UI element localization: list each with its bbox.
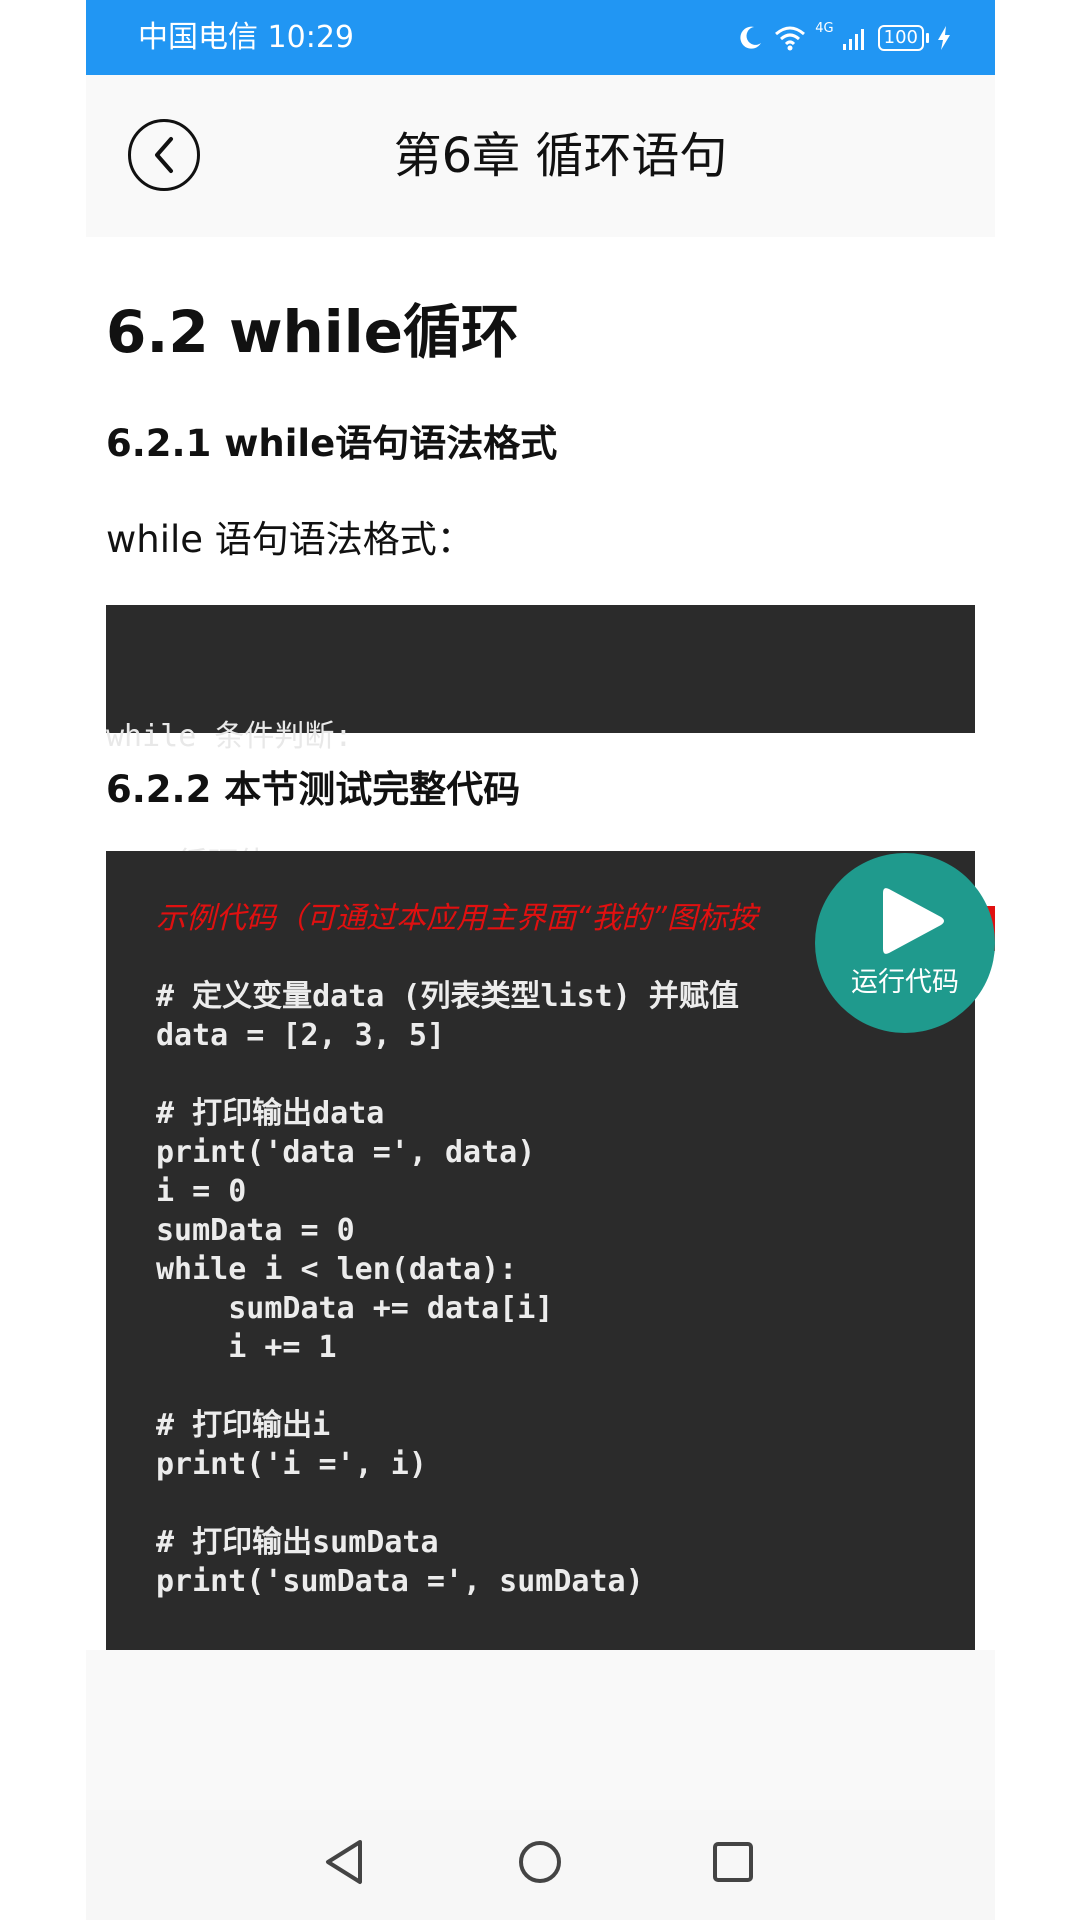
subsection-heading-2: 6.2.2 本节测试完整代码 [106, 768, 521, 811]
code-line: i = 0 [156, 1174, 247, 1209]
moon-icon [740, 26, 762, 49]
code-line: while 条件判断: [106, 719, 353, 754]
code-line: print('data =', data) [156, 1135, 536, 1170]
run-code-button[interactable]: 运行代码 [815, 853, 995, 1033]
syntax-code-block: while 条件判断: 循环体 [106, 605, 975, 881]
nav-home-button[interactable] [510, 1832, 570, 1892]
play-icon [883, 888, 944, 954]
syntax-paragraph: while 语句语法格式： [106, 518, 474, 561]
wifi-icon [775, 26, 806, 51]
navigation-bar [86, 1810, 995, 1920]
subsection-heading-1: 6.2.1 while语句语法格式 [106, 422, 558, 465]
circle-home-icon [519, 1841, 561, 1883]
nav-recents-button[interactable] [703, 1832, 763, 1892]
charging-icon [938, 26, 950, 50]
code-line: # 打印输出data [156, 1096, 385, 1131]
code-line: # 打印输出i [156, 1408, 331, 1443]
nav-back-button[interactable] [314, 1832, 374, 1892]
status-icons: 4G 100 [735, 18, 951, 58]
status-bar: 中国电信 10:29 4G 100 [86, 0, 995, 75]
triangle-back-icon [326, 1840, 362, 1884]
code-line: print('i =', i) [156, 1447, 427, 1482]
code-line: i += 1 [156, 1330, 337, 1365]
code-note: 示例代码（可通过本应用主界面“我的”图标按 [156, 901, 758, 936]
code-line: sumData += data[i] [156, 1291, 554, 1326]
code-content: 示例代码（可通过本应用主界面“我的”图标按 # 定义变量data (列表类型li… [156, 899, 757, 1601]
network-type: 4G [815, 21, 834, 36]
battery-level: 100 [883, 27, 918, 48]
signal-icon [842, 29, 864, 50]
code-line: # 定义变量data (列表类型list) 并赋值 [156, 979, 739, 1014]
square-recents-icon [713, 1842, 753, 1882]
code-line: sumData = 0 [156, 1213, 355, 1248]
code-line: data = [2, 3, 5] [156, 1018, 445, 1053]
code-line: print('sumData =', sumData) [156, 1564, 644, 1599]
battery-indicator: 100 [877, 25, 924, 51]
battery-cap [926, 33, 929, 43]
code-line: while i < len(data): [156, 1252, 518, 1287]
section-heading: 6.2 while循环 [106, 298, 519, 366]
run-code-label: 运行代码 [851, 967, 959, 998]
page-title: 第6章 循环语句 [393, 128, 728, 184]
app-header: 第6章 循环语句 [86, 75, 995, 237]
bottom-spacer [86, 1650, 995, 1810]
code-line: # 打印输出sumData [156, 1525, 439, 1560]
app-screen: 中国电信 10:29 4G 100 第6章 循环语句 6.2 while循环 6… [86, 0, 995, 1920]
carrier-time: 中国电信 10:29 [138, 20, 354, 55]
